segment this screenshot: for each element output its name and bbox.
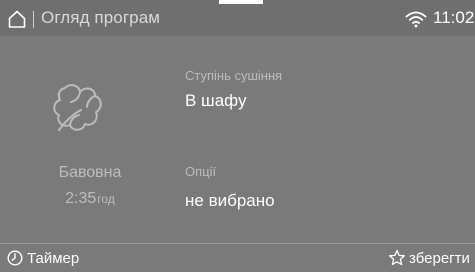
save-label: зберегти bbox=[409, 250, 470, 267]
header-bar: Огляд програм 11:02 bbox=[0, 0, 475, 36]
page-title: Огляд програм bbox=[41, 8, 161, 27]
home-icon[interactable] bbox=[7, 9, 27, 29]
drying-level-label: Ступінь сушіння bbox=[185, 68, 283, 83]
wifi-icon bbox=[405, 11, 427, 28]
program-duration: 2:35год bbox=[40, 190, 140, 208]
program-overview-screen: Огляд програм 11:02 Бавовна 2:35год Ступ… bbox=[0, 0, 475, 272]
timer-label: Таймер bbox=[27, 250, 80, 267]
duration-value: 2:35 bbox=[65, 190, 97, 207]
duration-unit: год bbox=[97, 192, 115, 206]
program-name: Бавовна bbox=[58, 164, 122, 181]
drying-level-value[interactable]: В шафу bbox=[185, 91, 246, 111]
footer-divider bbox=[0, 243, 475, 244]
options-value[interactable]: не вибрано bbox=[185, 191, 275, 211]
star-icon bbox=[388, 249, 406, 266]
cotton-icon bbox=[53, 84, 102, 131]
header-divider bbox=[33, 11, 34, 28]
timer-button[interactable]: Таймер bbox=[0, 245, 140, 272]
save-button[interactable]: зберегти bbox=[380, 245, 475, 272]
clock: 11:02 bbox=[433, 8, 475, 27]
clock-icon bbox=[7, 250, 23, 266]
top-indicator bbox=[219, 0, 263, 4]
options-label: Опції bbox=[185, 164, 217, 179]
